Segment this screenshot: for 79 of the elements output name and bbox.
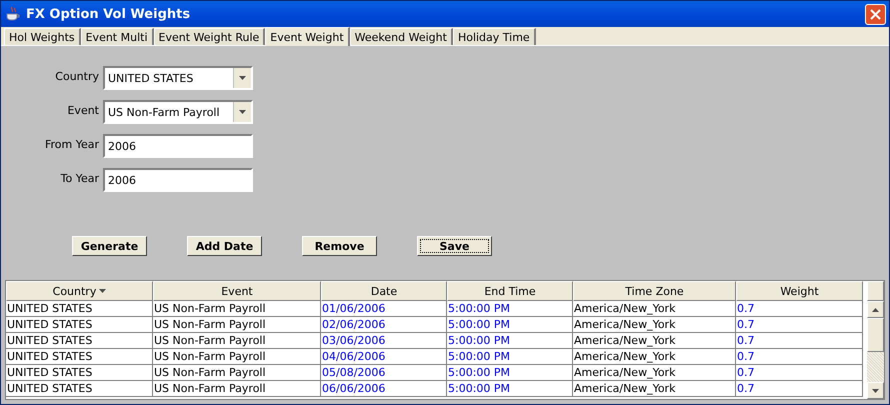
table-cell: 5:00:00 PM xyxy=(447,317,573,333)
table-cell: UNITED STATES xyxy=(6,365,153,381)
tab[interactable]: Event Weight Rule xyxy=(154,28,266,45)
caret-icon xyxy=(239,76,246,80)
table-cell: 5:00:00 PM xyxy=(447,365,573,381)
column-header[interactable]: Time Zone xyxy=(573,281,736,301)
tab[interactable]: Event Weight xyxy=(265,27,350,46)
table-cell: America/New_York xyxy=(573,333,736,349)
header-label: Date xyxy=(370,284,398,298)
table-cell: 0.7 xyxy=(736,333,863,349)
input-field[interactable]: 2006 xyxy=(103,134,253,158)
down-arrow-icon xyxy=(872,388,879,392)
tab[interactable]: Holiday Time xyxy=(452,28,536,45)
table-cell: America/New_York xyxy=(573,349,736,365)
table-cell: America/New_York xyxy=(573,301,736,317)
scroll-down-button[interactable] xyxy=(867,382,884,399)
column-header[interactable]: Country xyxy=(6,281,153,301)
table-cell: 5:00:00 PM xyxy=(447,301,573,317)
caret-icon xyxy=(239,110,246,114)
header-label: Event xyxy=(221,284,253,298)
table-cell: 5:00:00 PM xyxy=(447,349,573,365)
sort-icon xyxy=(99,289,106,293)
field-label: Country xyxy=(54,70,99,82)
action-button[interactable]: Generate xyxy=(72,236,147,256)
tab[interactable]: Hol Weights xyxy=(4,28,81,45)
table-cell: 04/06/2006 xyxy=(321,349,447,365)
column-header[interactable]: Event xyxy=(153,281,321,301)
column-header[interactable]: Weight xyxy=(736,281,863,301)
window-title: FX Option Vol Weights xyxy=(26,6,192,22)
table-cell: UNITED STATES xyxy=(6,349,153,365)
dropdown[interactable]: US Non-Farm Payroll xyxy=(103,100,253,124)
scroll-thumb[interactable] xyxy=(867,318,884,352)
table-cell: America/New_York xyxy=(573,317,736,333)
table-cell: America/New_York xyxy=(573,365,736,381)
tab[interactable]: Event Multi xyxy=(80,28,154,45)
header-label: Country xyxy=(52,284,96,298)
scrollbar[interactable] xyxy=(867,281,884,399)
table-cell: 0.7 xyxy=(736,365,863,381)
close-icon xyxy=(870,8,881,20)
close-button[interactable] xyxy=(865,4,886,24)
field-label: From Year xyxy=(44,138,99,150)
table-cell: UNITED STATES xyxy=(6,301,153,317)
table-cell: US Non-Farm Payroll xyxy=(153,381,321,397)
table-cell: UNITED STATES xyxy=(6,333,153,349)
coffee-cup-icon xyxy=(6,6,20,22)
field-label: To Year xyxy=(60,172,99,184)
dropdown[interactable]: UNITED STATES xyxy=(103,66,253,90)
action-button[interactable]: Remove xyxy=(302,236,377,256)
scroll-up-button[interactable] xyxy=(867,301,884,318)
table-cell: US Non-Farm Payroll xyxy=(153,301,321,317)
table-cell: US Non-Farm Payroll xyxy=(153,365,321,381)
table-cell: 06/06/2006 xyxy=(321,381,447,397)
header-label: End Time xyxy=(484,284,536,298)
column-header[interactable]: End Time xyxy=(447,281,573,301)
table-cell: US Non-Farm Payroll xyxy=(153,317,321,333)
table-cell: UNITED STATES xyxy=(6,381,153,397)
table-cell: 01/06/2006 xyxy=(321,301,447,317)
action-button[interactable]: Save xyxy=(417,236,492,256)
tab[interactable]: Weekend Weight xyxy=(350,28,453,45)
table-cell: 05/08/2006 xyxy=(321,365,447,381)
input-field[interactable]: 2006 xyxy=(103,168,253,192)
field-label: Event xyxy=(66,104,99,116)
table-cell: 0.7 xyxy=(736,381,863,397)
table-cell: US Non-Farm Payroll xyxy=(153,333,321,349)
table-cell: US Non-Farm Payroll xyxy=(153,349,321,365)
table-cell: 03/06/2006 xyxy=(321,333,447,349)
action-button[interactable]: Add Date xyxy=(187,236,262,256)
table-cell: 5:00:00 PM xyxy=(447,333,573,349)
table-cell: 0.7 xyxy=(736,301,863,317)
header-label: Time Zone xyxy=(625,284,684,298)
table-cell: 0.7 xyxy=(736,317,863,333)
header-label: Weight xyxy=(780,284,819,298)
column-header[interactable]: Date xyxy=(321,281,447,301)
table-cell: 5:00:00 PM xyxy=(447,381,573,397)
table-cell: America/New_York xyxy=(573,381,736,397)
table-cell: 0.7 xyxy=(736,349,863,365)
table-cell: UNITED STATES xyxy=(6,317,153,333)
table-cell: 02/06/2006 xyxy=(321,317,447,333)
up-arrow-icon xyxy=(872,308,879,312)
